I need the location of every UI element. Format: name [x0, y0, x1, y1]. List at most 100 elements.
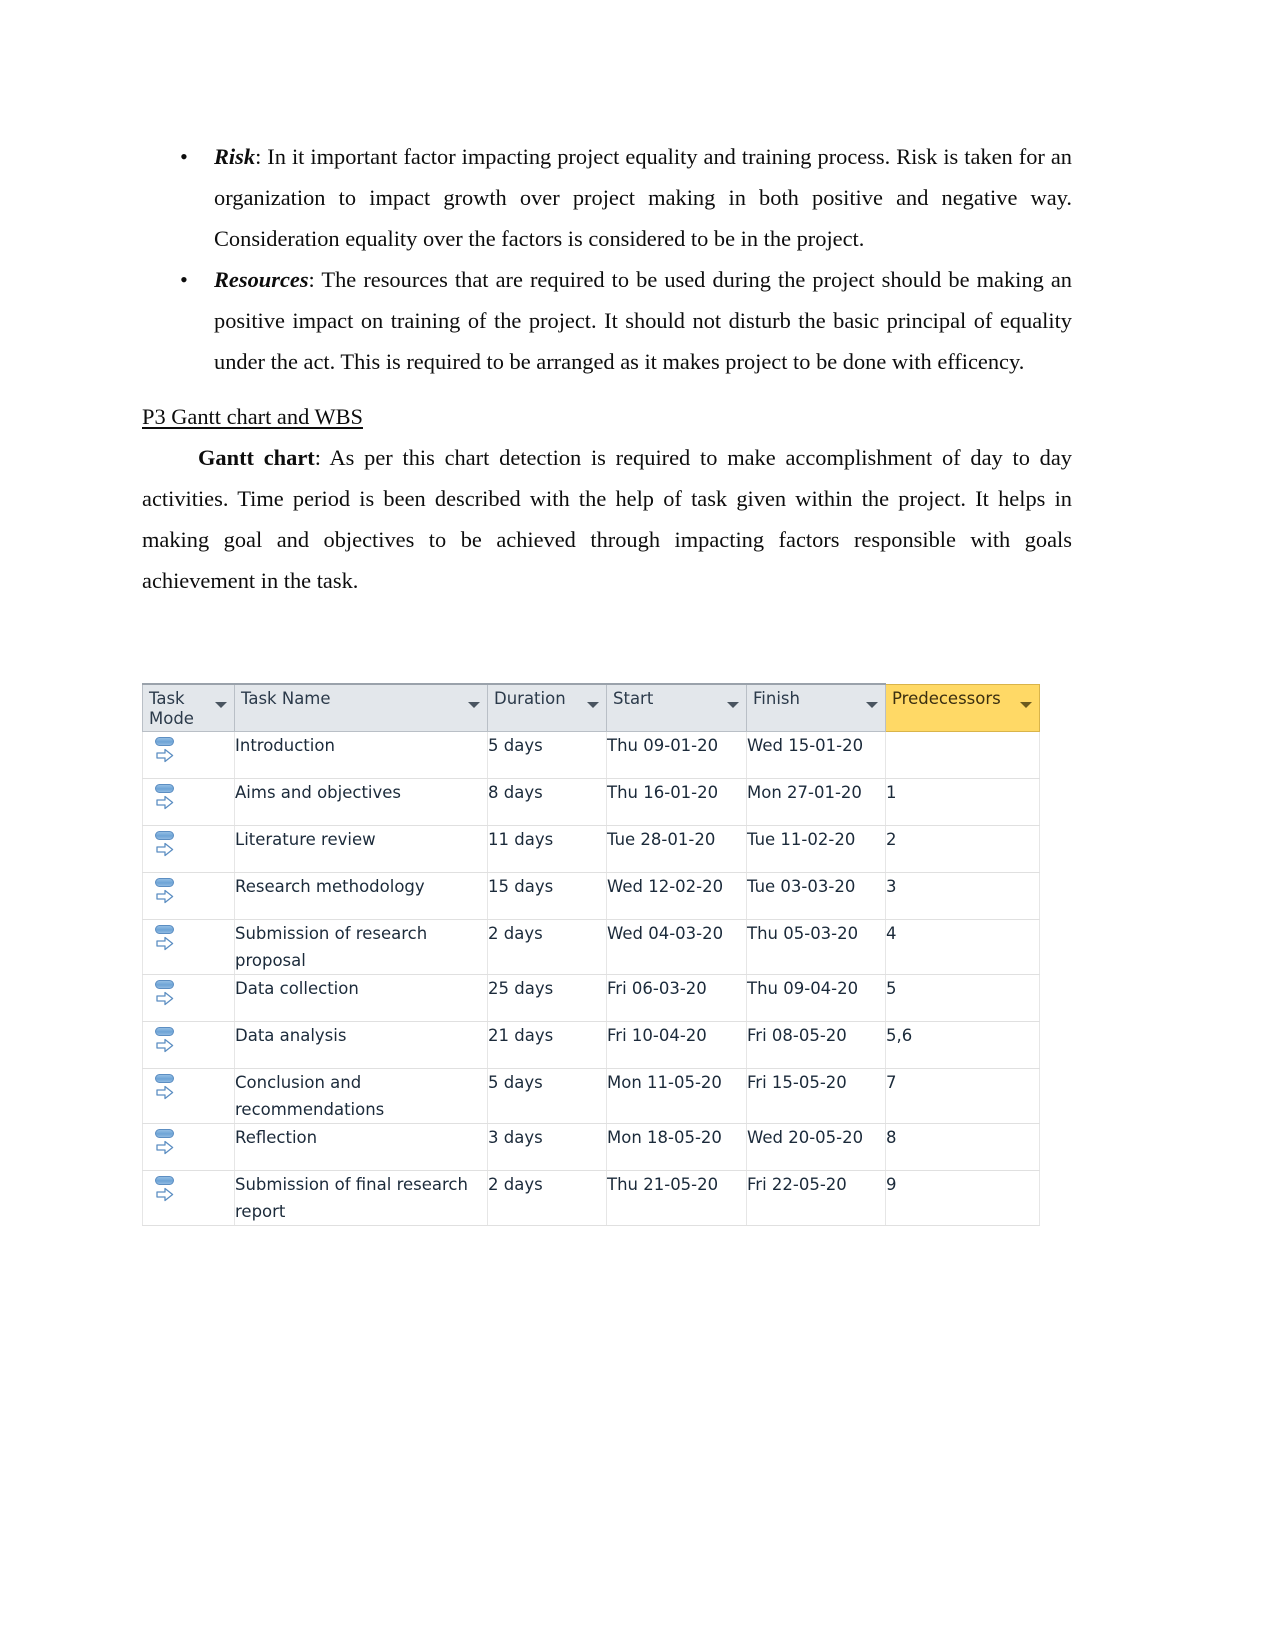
cell-start[interactable]: Thu 09-01-20 — [606, 731, 747, 779]
filter-dropdown-icon[interactable] — [215, 702, 227, 708]
cell-predecessors[interactable]: 5 — [885, 974, 1040, 1022]
table-row[interactable]: Literature review 11 days Tue 28-01-20 Tue … — [142, 825, 1040, 873]
filter-dropdown-icon[interactable] — [1020, 701, 1032, 708]
column-header-task-name[interactable]: Task Name — [234, 683, 488, 732]
cell-start[interactable]: Thu 21-05-20 — [606, 1170, 747, 1226]
cell-task-mode[interactable] — [142, 1170, 235, 1226]
cell-finish[interactable]: Wed 15-01-20 — [746, 731, 886, 779]
cell-finish[interactable]: Thu 05-03-20 — [746, 919, 886, 975]
cell-predecessors-text: 2 — [886, 830, 897, 849]
cell-predecessors[interactable]: 2 — [885, 825, 1040, 873]
cell-task-name[interactable]: Submission of final research report — [234, 1170, 488, 1226]
cell-task-name[interactable]: Research methodology — [234, 872, 488, 920]
cell-duration[interactable]: 25 days — [487, 974, 607, 1022]
cell-task-name-text: Conclusion and recommendations — [235, 1073, 385, 1119]
cell-finish[interactable]: Thu 09-04-20 — [746, 974, 886, 1022]
cell-task-name[interactable]: Literature review — [234, 825, 488, 873]
column-header-finish[interactable]: Finish — [746, 683, 886, 732]
cell-start[interactable]: Thu 16-01-20 — [606, 778, 747, 826]
filter-dropdown-icon[interactable] — [587, 702, 599, 708]
auto-schedule-task-icon — [154, 1027, 180, 1057]
cell-finish[interactable]: Fri 22-05-20 — [746, 1170, 886, 1226]
cell-predecessors[interactable]: 7 — [885, 1068, 1040, 1124]
cell-finish[interactable]: Tue 11-02-20 — [746, 825, 886, 873]
cell-start[interactable]: Tue 28-01-20 — [606, 825, 747, 873]
cell-start[interactable]: Fri 10-04-20 — [606, 1021, 747, 1069]
column-header-duration[interactable]: Duration — [487, 683, 607, 732]
cell-start[interactable]: Mon 18-05-20 — [606, 1123, 747, 1171]
column-header-predecessors[interactable]: Predecessors — [885, 683, 1040, 732]
cell-task-mode[interactable] — [142, 1123, 235, 1171]
cell-task-name[interactable]: Submission of research proposal — [234, 919, 488, 975]
cell-finish[interactable]: Fri 08-05-20 — [746, 1021, 886, 1069]
task-bar-glyph — [155, 784, 174, 793]
cell-start[interactable]: Wed 12-02-20 — [606, 872, 747, 920]
bullet-glyph: • — [180, 267, 188, 292]
cell-task-name[interactable]: Aims and objectives — [234, 778, 488, 826]
table-row[interactable]: Data collection 25 days Fri 06-03-20 Thu 09… — [142, 974, 1040, 1022]
cell-start[interactable]: Wed 04-03-20 — [606, 919, 747, 975]
column-header-label: Predecessors — [892, 688, 1001, 708]
cell-duration[interactable]: 2 days — [487, 1170, 607, 1226]
cell-duration[interactable]: 5 days — [487, 1068, 607, 1124]
cell-start[interactable]: Fri 06-03-20 — [606, 974, 747, 1022]
bullet-text: : The resources that are required to be … — [214, 267, 1072, 374]
table-row[interactable]: Data analysis 21 days Fri 10-04-20 Fri 08-0… — [142, 1021, 1040, 1069]
column-header-task-mode[interactable]: Task Mode — [142, 683, 235, 732]
cell-finish[interactable]: Fri 15-05-20 — [746, 1068, 886, 1124]
cell-duration[interactable]: 2 days — [487, 919, 607, 975]
cell-task-name[interactable]: Data analysis — [234, 1021, 488, 1069]
filter-dropdown-icon[interactable] — [727, 702, 739, 708]
filter-dropdown-icon[interactable] — [468, 702, 480, 708]
cell-predecessors[interactable]: 4 — [885, 919, 1040, 975]
cell-finish[interactable]: Tue 03-03-20 — [746, 872, 886, 920]
cell-duration[interactable]: 8 days — [487, 778, 607, 826]
filter-dropdown-icon[interactable] — [866, 702, 878, 708]
cell-predecessors[interactable]: 1 — [885, 778, 1040, 826]
cell-duration[interactable]: 21 days — [487, 1021, 607, 1069]
cell-finish[interactable]: Mon 27-01-20 — [746, 778, 886, 826]
column-header-label: Finish — [753, 689, 800, 708]
cell-finish[interactable]: Wed 20-05-20 — [746, 1123, 886, 1171]
table-row[interactable]: Submission of research proposal 2 days Wed… — [142, 919, 1040, 975]
cell-task-mode[interactable] — [142, 1021, 235, 1069]
table-row[interactable]: Submission of final research report 2 day… — [142, 1170, 1040, 1226]
table-row[interactable]: Aims and objectives 8 days Thu 16-01-20 Mon… — [142, 778, 1040, 826]
table-row[interactable]: Reflection 3 days Mon 18-05-20 Wed 20-05-20… — [142, 1123, 1040, 1171]
cell-task-name-text: Aims and objectives — [235, 783, 402, 802]
cell-task-mode[interactable] — [142, 872, 235, 920]
table-row[interactable]: Research methodology 15 days Wed 12-02-20 T… — [142, 872, 1040, 920]
cell-predecessors[interactable]: 8 — [885, 1123, 1040, 1171]
gantt-task-table: Task Mode Task Name Duration Start Finis… — [142, 683, 1040, 1226]
arrow-right-outline-icon — [156, 889, 174, 904]
cell-task-mode[interactable] — [142, 731, 235, 779]
cell-duration[interactable]: 11 days — [487, 825, 607, 873]
project-task-table: Task Mode Task Name Duration Start Finis… — [142, 683, 1040, 1226]
cell-task-name-text: Introduction — [235, 736, 335, 755]
cell-duration[interactable]: 5 days — [487, 731, 607, 779]
cell-predecessors[interactable]: 5,6 — [885, 1021, 1040, 1069]
cell-predecessors[interactable] — [885, 731, 1040, 779]
cell-start[interactable]: Mon 11-05-20 — [606, 1068, 747, 1124]
cell-task-name[interactable]: Reflection — [234, 1123, 488, 1171]
cell-task-name[interactable]: Introduction — [234, 731, 488, 779]
cell-task-name[interactable]: Conclusion and recommendations — [234, 1068, 488, 1124]
cell-predecessors-text: 1 — [886, 783, 897, 802]
cell-task-name[interactable]: Data collection — [234, 974, 488, 1022]
cell-duration-text: 2 days — [488, 924, 543, 943]
cell-task-mode[interactable] — [142, 974, 235, 1022]
cell-predecessors[interactable]: 9 — [885, 1170, 1040, 1226]
cell-start-text: Wed 12-02-20 — [607, 877, 724, 896]
cell-start-text: Thu 16-01-20 — [607, 783, 719, 802]
cell-task-mode[interactable] — [142, 825, 235, 873]
cell-duration[interactable]: 15 days — [487, 872, 607, 920]
table-row[interactable]: Conclusion and recommendations 5 days Mon … — [142, 1068, 1040, 1124]
cell-task-mode[interactable] — [142, 919, 235, 975]
cell-predecessors-text: 3 — [886, 877, 897, 896]
cell-duration[interactable]: 3 days — [487, 1123, 607, 1171]
table-row[interactable]: Introduction 5 days Thu 09-01-20 Wed 15-01-… — [142, 731, 1040, 779]
cell-task-mode[interactable] — [142, 778, 235, 826]
column-header-start[interactable]: Start — [606, 683, 747, 732]
cell-task-mode[interactable] — [142, 1068, 235, 1124]
cell-predecessors[interactable]: 3 — [885, 872, 1040, 920]
